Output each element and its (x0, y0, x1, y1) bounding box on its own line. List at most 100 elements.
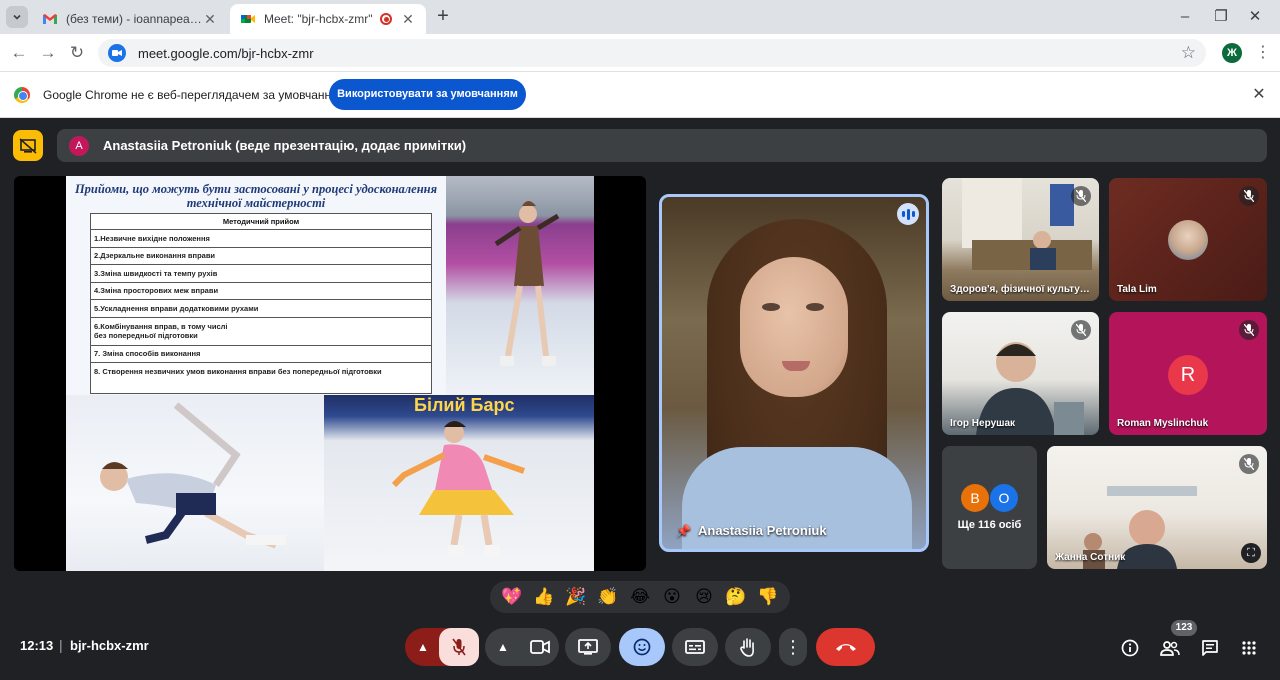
maximize-icon[interactable]: ❐ (1210, 6, 1232, 28)
mic-options-button[interactable]: ▲ (405, 628, 441, 666)
mic-off-icon (1071, 186, 1091, 206)
more-participants-label: Ще 116 осіб (957, 519, 1022, 531)
reaction-laugh-icon[interactable]: 😂 (627, 584, 653, 610)
table-row: 2.Дзеркальне виконання вправи (91, 248, 431, 265)
shared-screen[interactable]: Прийоми, що можуть бути застосовані у пр… (14, 176, 646, 571)
mic-off-icon (1071, 320, 1091, 340)
profile-avatar[interactable]: Ж (1222, 43, 1242, 63)
reload-icon[interactable]: ↻ (66, 42, 88, 64)
crop-icon[interactable]: ⛶ (1241, 543, 1261, 563)
raise-hand-button[interactable] (725, 628, 771, 666)
participant-avatar: B (961, 484, 989, 512)
tab-title: (без теми) - ioannapeace@gmail.com (66, 12, 202, 26)
participant-tile[interactable]: Жанна Сотник ⛶ (1047, 446, 1267, 569)
site-info-icon[interactable] (108, 44, 126, 62)
captions-button[interactable] (672, 628, 718, 666)
reaction-thumbs-up-icon[interactable]: 👍 (531, 584, 557, 610)
meeting-info-icon[interactable] (1119, 637, 1141, 659)
chevron-down-icon (13, 14, 21, 20)
presenter-banner: A Anastasiia Petroniuk (веде презентацію… (57, 129, 1267, 162)
table-row: 7. Зміна способів виконання (91, 346, 431, 363)
mic-toggle-button[interactable] (439, 628, 479, 666)
participant-avatar (1168, 220, 1208, 260)
raise-hand-icon (740, 638, 754, 657)
new-tab-button[interactable]: + (432, 6, 454, 28)
separator: | (59, 637, 63, 653)
reaction-surprised-icon[interactable]: 😮 (659, 584, 685, 610)
participant-name: Здоров'я, фізичної культури (950, 284, 1090, 295)
close-tab-icon[interactable]: ✕ (202, 11, 218, 28)
address-bar[interactable]: meet.google.com/bjr-hcbx-zmr ☆ (98, 39, 1206, 67)
skater-photo-bottom-left (66, 395, 324, 571)
reactions-button[interactable] (619, 628, 665, 666)
back-icon[interactable]: ← (8, 42, 30, 64)
chrome-logo-icon (14, 87, 30, 103)
minimize-icon[interactable]: – (1174, 6, 1196, 28)
participant-tile[interactable]: Tala Lim (1109, 178, 1267, 301)
bookmark-star-icon[interactable]: ☆ (1181, 43, 1196, 63)
reaction-party-icon[interactable]: 🎉 (563, 584, 589, 610)
participant-tile[interactable]: Здоров'я, фізичної культури (942, 178, 1099, 301)
reaction-sad-icon[interactable]: 😢 (691, 584, 717, 610)
table-row: 5.Ускладнення вправи додатковими рухами (91, 300, 431, 318)
more-options-button[interactable]: ⋮ (779, 628, 807, 666)
participant-tile[interactable]: R Roman Myslinchuk (1109, 312, 1267, 435)
close-window-icon[interactable]: ✕ (1244, 6, 1266, 28)
meeting-code: bjr-hcbx-zmr (70, 638, 149, 653)
camera-toggle-button[interactable] (521, 628, 559, 666)
more-avatars: B O (961, 484, 1018, 512)
camera-options-button[interactable]: ▲ (485, 628, 521, 666)
mic-off-icon (452, 638, 466, 656)
people-icon[interactable] (1159, 637, 1181, 659)
activities-icon[interactable] (1238, 637, 1260, 659)
end-call-icon (835, 644, 856, 651)
microphone-control: ▲ (405, 628, 479, 666)
eye (762, 303, 780, 311)
skater-photo-bottom-right: Білий Барс (324, 395, 594, 571)
tab-meet[interactable]: Meet: "bjr-hcbx-zmr" ✕ (230, 4, 426, 34)
reaction-thinking-icon[interactable]: 🤔 (723, 584, 749, 610)
slide-title: Прийоми, що можуть бути застосовані у пр… (74, 182, 438, 210)
presentation-icon[interactable] (13, 130, 43, 161)
tab-search-button[interactable] (6, 6, 28, 28)
reaction-clap-icon[interactable]: 👏 (595, 584, 621, 610)
table-row: 1.Незвичне вихідне положення (91, 230, 431, 248)
set-default-button[interactable]: Використовувати за умовчанням (329, 79, 526, 110)
reaction-thumbs-down-icon[interactable]: 👎 (755, 584, 781, 610)
mic-off-icon (1239, 186, 1259, 206)
present-screen-button[interactable] (565, 628, 611, 666)
tab-title: Meet: "bjr-hcbx-zmr" (264, 12, 373, 26)
tab-gmail[interactable]: (без теми) - ioannapeace@gmail.com ✕ (32, 4, 228, 34)
chrome-menu-icon[interactable]: ⋮ (1254, 42, 1272, 64)
leave-call-button[interactable] (816, 628, 875, 666)
table-row: 4.Зміна просторових меж вправи (91, 283, 431, 300)
close-infobar-icon[interactable]: ✕ (1250, 84, 1268, 104)
reaction-heart-icon[interactable]: 💖 (499, 584, 525, 610)
emoji-icon (633, 638, 651, 656)
recording-icon (380, 13, 392, 25)
participant-avatar: O (990, 484, 1018, 512)
more-participants-tile[interactable]: B O Ще 116 осіб (942, 446, 1037, 569)
participant-avatar: R (1168, 355, 1208, 395)
default-browser-infobar: Google Chrome не є веб-переглядачем за у… (0, 72, 1280, 118)
speaker-face (740, 257, 848, 397)
participant-tile[interactable]: Ігор Нерушак (942, 312, 1099, 435)
speaker-name: Anastasiia Petroniuk (698, 523, 827, 538)
chat-icon[interactable] (1199, 637, 1221, 659)
forward-icon[interactable]: → (37, 42, 59, 64)
skater-photo-top (446, 176, 594, 395)
active-speaker-tile[interactable]: 📌 Anastasiia Petroniuk (659, 194, 929, 552)
speaking-indicator-icon (897, 203, 919, 225)
gmail-icon (43, 14, 57, 24)
browser-toolbar: ← → ↻ meet.google.com/bjr-hcbx-zmr ☆ Ж ⋮ (0, 34, 1280, 72)
table-row: 6.Комбінування вправ, в тому числі без п… (91, 318, 431, 346)
camera-control: ▲ (485, 628, 559, 666)
participant-name: Tala Lim (1117, 284, 1157, 295)
mouth (782, 361, 810, 371)
reactions-bar: 💖 👍 🎉 👏 😂 😮 😢 🤔 👎 (490, 581, 790, 613)
slide-table: Методичний прийом 1.Незвичне вихідне пол… (90, 213, 432, 394)
presenter-text: Anastasiia Petroniuk (веде презентацію, … (103, 138, 467, 153)
mic-off-icon (1239, 454, 1259, 474)
close-tab-icon[interactable]: ✕ (400, 11, 416, 28)
infobar-message: Google Chrome не є веб-переглядачем за у… (43, 88, 346, 102)
